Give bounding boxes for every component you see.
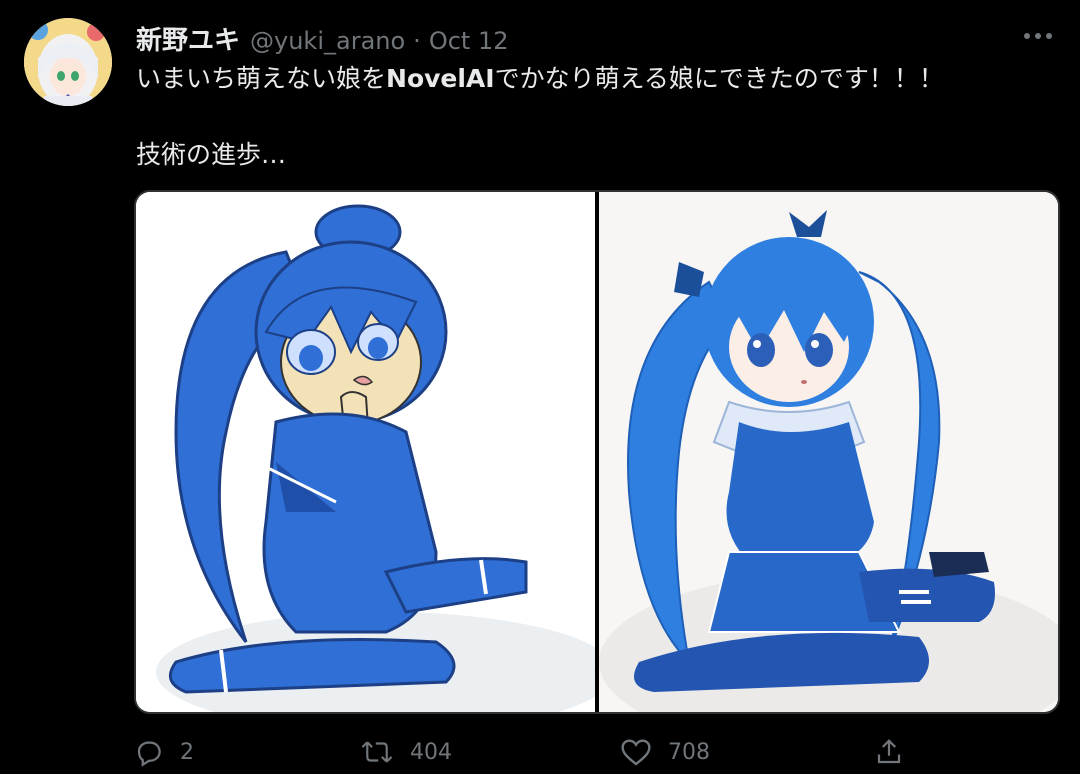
tweet-text-line-1: いまいち萌えない娘をNovelAIでかなり萌える娘にできたのです！！！ <box>136 62 1036 96</box>
media-image-left[interactable] <box>136 192 595 712</box>
share-button[interactable] <box>874 730 920 774</box>
reply-icon <box>137 741 161 767</box>
retweet-button[interactable]: 404 <box>360 730 452 774</box>
tweet-media <box>134 190 1060 714</box>
image-left-original-drawing <box>136 192 595 712</box>
share-icon <box>877 739 901 764</box>
image-right-ai-drawing <box>599 192 1058 712</box>
more-options-button[interactable] <box>1020 22 1056 50</box>
like-button[interactable]: 708 <box>620 730 710 774</box>
tweet-text: いまいち萌えない娘をNovelAIでかなり萌える娘にできたのです！！！ 技術の進… <box>136 62 1036 172</box>
separator-dot: · <box>413 27 421 55</box>
reply-count: 2 <box>180 739 194 765</box>
media-image-right[interactable] <box>599 192 1058 712</box>
tweet-text-part-2: でかなり萌える娘にできたのです！！！ <box>494 64 944 93</box>
avatar-image <box>24 18 112 106</box>
tweet-text-part-1: いまいち萌えない娘を <box>136 64 387 93</box>
tweet-actions: 2 404 708 <box>134 730 924 774</box>
avatar[interactable] <box>24 18 112 106</box>
tweet-date[interactable]: Oct 12 <box>429 27 509 55</box>
heart-icon <box>621 739 651 766</box>
retweet-icon <box>361 741 393 763</box>
more-horizontal-icon <box>1024 33 1052 39</box>
display-name[interactable]: 新野ユキ <box>136 20 240 57</box>
tweet-text-bold: NovelAI <box>386 64 495 93</box>
tweet-header: 新野ユキ @yuki_arano · Oct 12 <box>136 20 508 56</box>
tweet-text-line-2: 技術の進歩… <box>136 140 287 169</box>
user-handle[interactable]: @yuki_arano <box>250 27 405 55</box>
reply-button[interactable]: 2 <box>134 730 194 774</box>
retweet-count: 404 <box>410 739 452 765</box>
like-count: 708 <box>668 739 710 765</box>
